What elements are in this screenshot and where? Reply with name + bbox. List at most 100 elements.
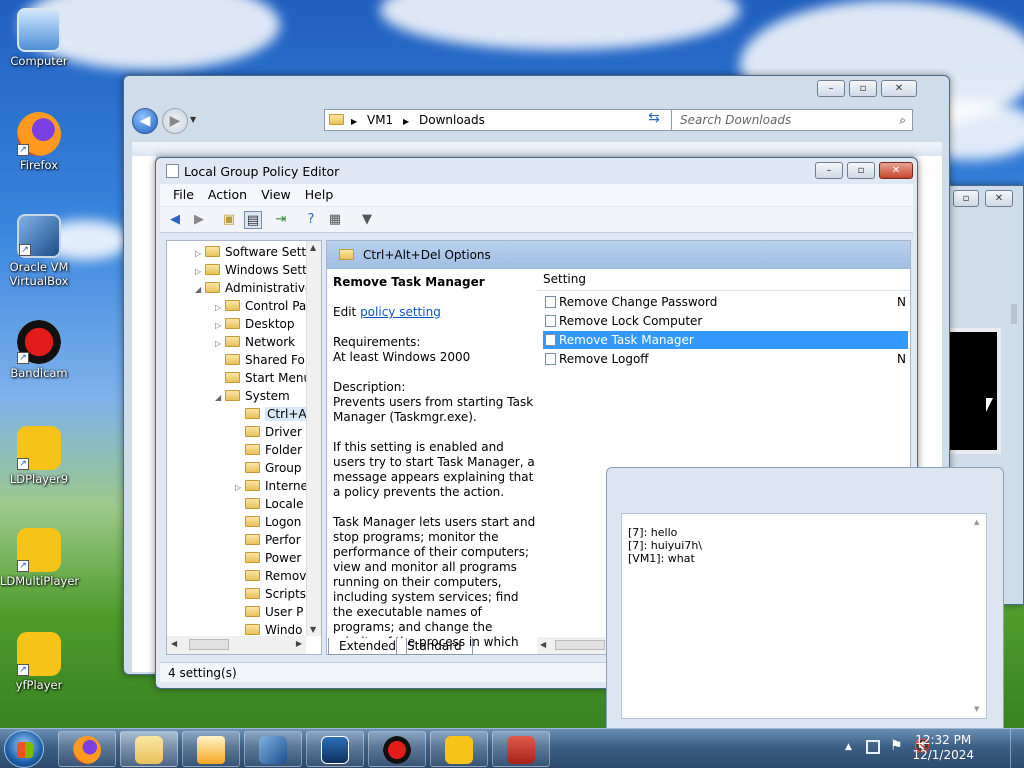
tree-node[interactable]: Group [235, 459, 302, 477]
tree-node[interactable]: Start Menu [215, 369, 311, 387]
shortcut-arrow-icon: ↗ [17, 560, 29, 572]
tree-node[interactable]: ▷ Software Setti [195, 243, 309, 261]
close-button[interactable]: ✕ [879, 162, 913, 179]
tree-scrollbar-horizontal[interactable]: ◀ ▶ [167, 636, 306, 654]
breadcrumb-item-vm1[interactable]: VM1 [367, 113, 393, 127]
breadcrumb: ▶ VM1 ▶ Downloads [345, 113, 485, 127]
search-input[interactable]: Search Downloads ⌕ [671, 109, 913, 131]
taskbar-toolbox[interactable] [492, 731, 550, 767]
menu-file[interactable]: File [166, 184, 201, 205]
tree-node[interactable]: ◢ System [215, 387, 290, 405]
setting-row[interactable]: Remove Change Password N [543, 293, 908, 311]
close-button[interactable]: ✕ [881, 80, 917, 97]
menu-action[interactable]: Action [201, 184, 254, 205]
tree-node[interactable]: Remov [235, 567, 306, 585]
back-arrow-icon[interactable]: ◀ [166, 211, 184, 229]
flag-icon[interactable]: ⚑ [890, 738, 903, 754]
folder-icon [245, 516, 260, 527]
maximize-button[interactable]: ▫ [847, 162, 875, 179]
show-hidden-icon[interactable]: ▲ [845, 742, 852, 752]
menu-help[interactable]: Help [298, 184, 341, 205]
chat-window[interactable]: [7]: hello [7]: huiyui7h\ [VM1]: what ▲ … [606, 467, 1004, 729]
setting-row[interactable]: Remove Lock Computer [543, 312, 908, 330]
folder-icon [205, 246, 220, 257]
policy-tree[interactable]: ▷ Software Setti ▷ Windows Sett ◢ Administrat… [166, 240, 322, 655]
desktop-icon-ldplayer9[interactable]: ↗ LDPlayer9 [0, 426, 78, 486]
tree-node[interactable]: Power [235, 549, 301, 567]
up-folder-icon[interactable]: ▣ [220, 211, 238, 229]
tree-node[interactable]: Locale [235, 495, 303, 513]
tree-node[interactable]: ▷ Control Pa [215, 297, 306, 315]
scroll-up-icon[interactable]: ▲ [974, 516, 984, 529]
desktop-icon-bandicam[interactable]: ↗ Bandicam [0, 320, 78, 380]
scroll-right-icon[interactable]: ▶ [296, 639, 302, 648]
tree-node[interactable]: ▷ Desktop [215, 315, 295, 333]
filter-icon[interactable]: ▼ [358, 211, 376, 229]
properties-icon[interactable]: ▦ [326, 211, 344, 229]
tree-node[interactable]: ◢ Administrative [195, 279, 312, 297]
taskbar-vista-vm[interactable] [306, 731, 364, 767]
refresh-button[interactable]: ⇆ [643, 110, 665, 130]
minimize-button[interactable]: – [817, 80, 845, 97]
maximize-button[interactable]: ▫ [953, 190, 979, 207]
start-button[interactable] [4, 730, 44, 768]
desktop-icon-ldmultiplayer[interactable]: ↗ LDMultiPlayer [0, 528, 79, 588]
explorer-titlebar[interactable]: – ▫ ✕ [124, 76, 949, 102]
scroll-down-icon[interactable]: ▼ [974, 703, 979, 716]
tree-scrollbar-vertical[interactable]: ▲ ▼ [306, 241, 321, 636]
tree-node-label: Interne [265, 479, 308, 493]
expand-arrow-icon[interactable]: ◢ [215, 389, 225, 407]
tree-node[interactable]: Scripts [235, 585, 306, 603]
forward-button[interactable]: ▶ [162, 108, 188, 134]
taskbar-media-player[interactable] [182, 731, 240, 767]
forward-arrow-icon[interactable]: ▶ [190, 211, 208, 229]
help-icon[interactable]: ? [302, 211, 320, 229]
scroll-thumb[interactable] [189, 639, 229, 650]
back-button[interactable]: ◀ [132, 108, 158, 134]
settings-column-header[interactable]: Setting [537, 269, 910, 291]
chat-scrollbar[interactable]: ▲ ▼ [974, 516, 984, 716]
gpedit-titlebar[interactable]: Local Group Policy Editor – ▫ ✕ [156, 158, 917, 184]
show-hide-tree-icon[interactable]: ▤ [244, 211, 262, 229]
chat-log[interactable]: [7]: hello [7]: huiyui7h\ [VM1]: what ▲ … [621, 513, 987, 719]
search-icon[interactable]: ⌕ [899, 110, 906, 130]
taskbar-bandicam[interactable] [368, 731, 426, 767]
tree-node[interactable]: Driver [235, 423, 302, 441]
desktop-icon-yfplayer[interactable]: ↗ yfPlayer [0, 632, 78, 692]
setting-row[interactable]: Remove Logoff N [543, 350, 908, 368]
tree-node[interactable]: User P [235, 603, 303, 621]
export-list-icon[interactable]: ⇥ [272, 211, 290, 229]
tree-node[interactable]: ▷ Windows Sett [195, 261, 307, 279]
system-clock[interactable]: 12:32 PM 12/1/2024 [912, 733, 974, 763]
scroll-down-icon[interactable]: ▼ [310, 625, 316, 634]
desktop-icon-firefox[interactable]: ↗ Firefox [0, 112, 78, 172]
scrollbar[interactable] [1011, 304, 1017, 324]
maximize-button[interactable]: ▫ [849, 80, 877, 97]
scroll-left-icon[interactable]: ◀ [171, 639, 177, 648]
taskbar-firefox[interactable] [58, 731, 116, 767]
tree-node[interactable]: Folder [235, 441, 302, 459]
tree-node[interactable]: ▷ Interne [235, 477, 308, 495]
tree-node[interactable]: Shared Fol [215, 351, 308, 369]
show-desktop-button[interactable] [1010, 729, 1024, 768]
network-icon[interactable] [866, 740, 880, 754]
breadcrumb-item-downloads[interactable]: Downloads [419, 113, 485, 127]
tree-node[interactable]: Ctrl+A [235, 405, 309, 423]
desktop-icon-computer[interactable]: Computer [0, 8, 78, 68]
menu-view[interactable]: View [254, 184, 298, 205]
edit-policy-setting-link[interactable]: policy setting [360, 305, 441, 319]
tree-node[interactable]: Logon [235, 513, 301, 531]
setting-row[interactable]: Remove Task Manager [543, 331, 908, 349]
recent-pages-dropdown[interactable]: ▼ [190, 115, 196, 124]
desktop-icon-virtualbox[interactable]: ↗ Oracle VM VirtualBox [0, 214, 78, 288]
close-button[interactable]: ✕ [985, 190, 1013, 207]
tree-node[interactable]: ▷ Network [215, 333, 295, 351]
taskbar-virtualbox[interactable] [244, 731, 302, 767]
expand-arrow-icon[interactable]: ◢ [195, 281, 205, 299]
tab-standard[interactable]: Standard [396, 638, 473, 655]
scroll-up-icon[interactable]: ▲ [310, 243, 316, 252]
minimize-button[interactable]: – [815, 162, 843, 179]
tree-node[interactable]: Perfor [235, 531, 301, 549]
taskbar-ldplayer[interactable] [430, 731, 488, 767]
taskbar-explorer[interactable] [120, 731, 178, 767]
